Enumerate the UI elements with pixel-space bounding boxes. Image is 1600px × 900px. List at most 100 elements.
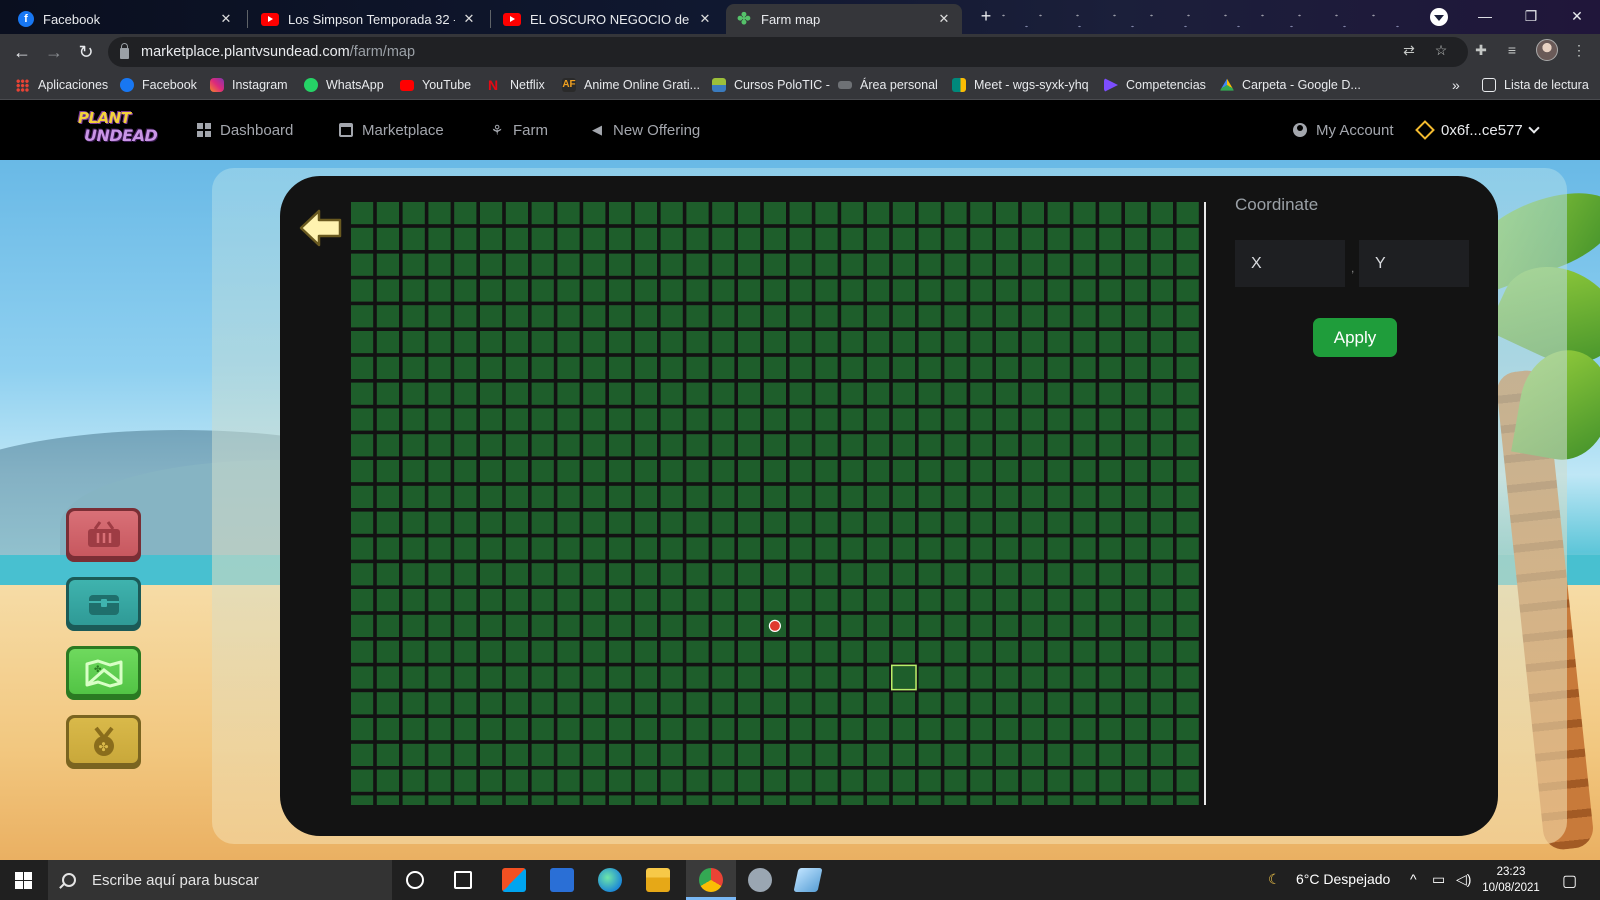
farm-tile[interactable] [1021,382,1044,405]
farm-tile[interactable] [1047,227,1070,250]
farm-tile[interactable] [1021,614,1044,637]
farm-tile[interactable] [712,408,735,431]
plot-marker-dot[interactable] [768,619,781,632]
farm-tile[interactable] [686,511,709,534]
farm-tile[interactable] [634,253,657,276]
farm-tile[interactable] [789,227,812,250]
farm-tile[interactable] [1176,537,1199,560]
farm-tile[interactable] [660,202,683,225]
farm-tile[interactable] [583,253,606,276]
farm-tile[interactable] [531,614,554,637]
farm-tile[interactable] [402,382,425,405]
farm-tile[interactable] [970,485,993,508]
farm-tile[interactable] [660,769,683,792]
farm-tile[interactable] [815,692,838,715]
farm-tile[interactable] [738,614,761,637]
bookmark-apps[interactable]: Aplicaciones [16,75,108,95]
farm-tile[interactable] [763,434,786,457]
farm-tile[interactable] [712,563,735,586]
reading-list-button[interactable]: Lista de lectura [1482,75,1589,95]
farm-tile[interactable] [1125,692,1148,715]
farm-tile[interactable] [609,614,632,637]
farm-tile[interactable] [1073,769,1096,792]
farm-tile[interactable] [634,718,657,741]
farm-tile[interactable] [738,253,761,276]
translate-icon[interactable]: ⇄ [1400,41,1418,59]
farm-tile[interactable] [892,640,915,663]
farm-tile[interactable] [686,614,709,637]
farm-tile[interactable] [583,485,606,508]
farm-tile[interactable] [376,537,399,560]
farm-tile[interactable] [609,356,632,379]
farm-tile[interactable] [892,408,915,431]
farm-tile[interactable] [634,227,657,250]
farm-tile[interactable] [583,692,606,715]
farm-tile[interactable] [763,769,786,792]
farm-tile[interactable] [376,769,399,792]
farm-tile[interactable] [609,795,632,805]
farm-tile[interactable] [583,460,606,483]
taskbar-search[interactable]: Escribe aquí para buscar [48,860,392,900]
farm-tile[interactable] [531,227,554,250]
farm-tile[interactable] [1125,202,1148,225]
farm-tile[interactable] [970,434,993,457]
farm-tile[interactable] [660,382,683,405]
farm-tile[interactable] [660,795,683,805]
farm-tile[interactable] [634,460,657,483]
back-icon[interactable]: ← [10,40,34,64]
farm-tile[interactable] [686,202,709,225]
farm-tile[interactable] [634,485,657,508]
farm-tile[interactable] [428,227,451,250]
farm-tile[interactable] [1073,382,1096,405]
tab-simpson[interactable]: Los Simpson Temporada 32 - Esc ✕ [251,4,487,34]
farm-tile[interactable] [1099,589,1122,612]
farm-tile[interactable] [1176,408,1199,431]
farm-tile[interactable] [376,640,399,663]
farm-tile[interactable] [1150,511,1173,534]
farm-tile[interactable] [841,227,864,250]
farm-tile[interactable] [841,537,864,560]
farm-tile[interactable] [428,692,451,715]
bookmark-star-icon[interactable]: ☆ [1432,41,1450,59]
farm-tile[interactable] [660,408,683,431]
farm-tile[interactable] [505,537,528,560]
farm-tile[interactable] [531,382,554,405]
farm-tile[interactable] [583,202,606,225]
farm-tile[interactable] [583,563,606,586]
farm-tile[interactable] [428,305,451,328]
farm-tile[interactable] [531,589,554,612]
farm-tile[interactable] [609,511,632,534]
farm-tile[interactable] [1073,485,1096,508]
farm-tile[interactable] [1047,279,1070,302]
farm-tile[interactable] [841,666,864,689]
farm-tile[interactable] [841,279,864,302]
farm-tile[interactable] [815,614,838,637]
farm-tile[interactable] [1021,408,1044,431]
farm-tile[interactable] [686,589,709,612]
farm-tile[interactable] [1021,666,1044,689]
farm-tile[interactable] [402,718,425,741]
nav-marketplace[interactable]: Marketplace [339,119,444,141]
farm-tile[interactable] [1021,305,1044,328]
farm-tile[interactable] [1150,769,1173,792]
farm-tile[interactable] [1099,511,1122,534]
farm-tile[interactable] [970,692,993,715]
farm-tile[interactable] [1099,718,1122,741]
farm-tile[interactable] [712,614,735,637]
farm-tile[interactable] [454,460,477,483]
farm-tile[interactable] [480,408,503,431]
farm-tile[interactable] [634,356,657,379]
farm-tile[interactable] [1176,640,1199,663]
farm-tile[interactable] [505,382,528,405]
farm-tile[interactable] [789,253,812,276]
farm-tile[interactable] [712,769,735,792]
farm-tile[interactable] [1099,253,1122,276]
farm-tile[interactable] [1073,718,1096,741]
farm-tile[interactable] [996,279,1019,302]
farm-tile[interactable] [1176,279,1199,302]
farm-tile[interactable] [970,511,993,534]
farm-tile[interactable] [738,279,761,302]
farm-tile[interactable] [1150,743,1173,766]
farm-tile[interactable] [996,202,1019,225]
restore-button[interactable]: ❐ [1508,4,1554,28]
